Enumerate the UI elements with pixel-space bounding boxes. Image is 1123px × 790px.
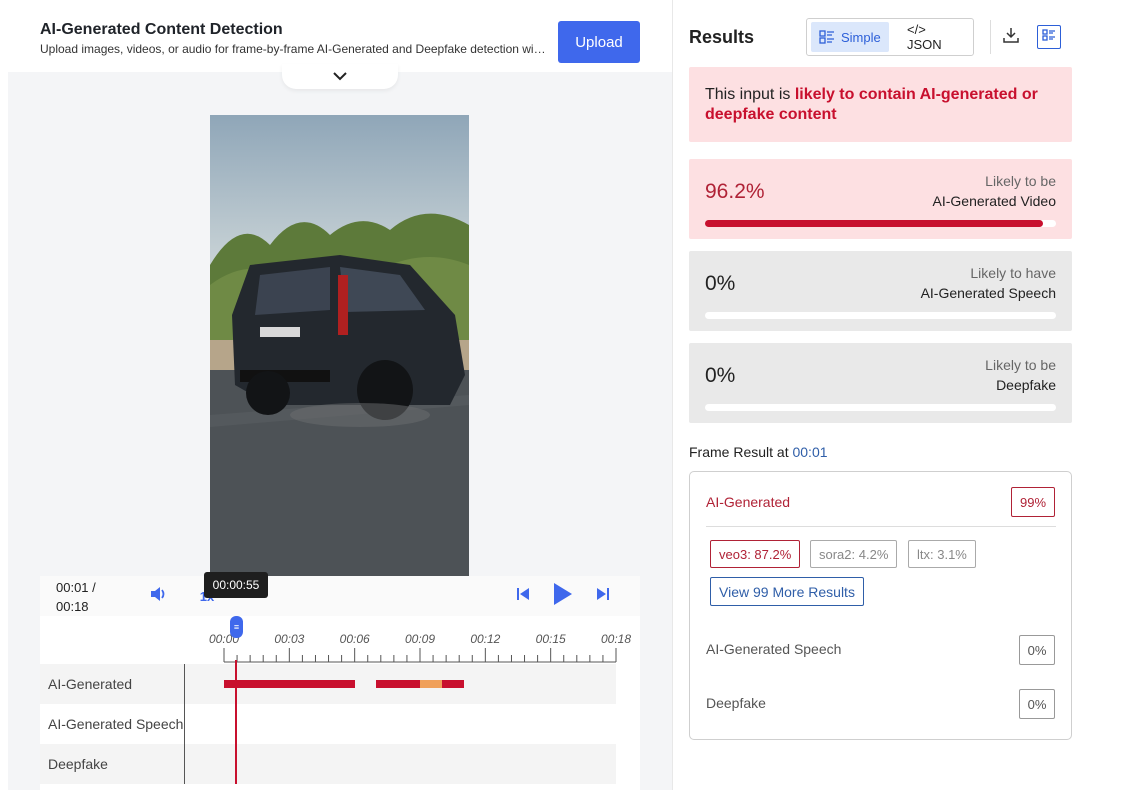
hover-time-tooltip: 00:00:55 [204, 572, 268, 598]
left-pane: AI-Generated Content Detection Upload im… [0, 0, 672, 790]
score-category: AI-Generated Video [932, 193, 1057, 209]
score-card: 0% Likely to be Deepfake [689, 343, 1072, 423]
timeline-origin-line [184, 664, 185, 784]
frame-heading-label: Frame Result at [689, 444, 793, 460]
ruler-tick-label: 00:03 [274, 632, 305, 646]
app-subtitle: Upload images, videos, or audio for fram… [40, 42, 548, 56]
frame-result-heading: Frame Result at 00:01 [689, 444, 828, 460]
ruler-tick-label: 00:06 [339, 632, 370, 646]
detection-segment[interactable] [376, 680, 420, 688]
frame-result-card: AI-Generated 99% veo3: 87.2% sora2: 4.2%… [689, 471, 1072, 740]
view-json-label: </> JSON [907, 22, 942, 52]
view-mode-toggle: Simple </> JSON [806, 18, 974, 56]
track-label: Deepfake [48, 756, 108, 772]
score-card: 96.2% Likely to be AI-Generated Video [689, 159, 1072, 239]
frame-ai-label: AI-Generated [706, 494, 791, 510]
play-icon [553, 582, 573, 611]
score-category: Deepfake [996, 377, 1056, 393]
playhead-line [235, 660, 237, 784]
report-button[interactable] [1037, 25, 1061, 49]
timeline-ruler[interactable]: 00:00 00:03 00:06 00:09 00:12 00:15 00:18 [40, 616, 640, 664]
ruler-tick-label: 00:12 [470, 632, 501, 646]
frame-ai-badge: 99% [1011, 487, 1055, 517]
view-more-results-button[interactable]: View 99 More Results [710, 577, 864, 606]
video-still [210, 115, 469, 577]
track-label: AI-Generated Speech [48, 716, 184, 732]
score-bar [705, 312, 1056, 319]
detection-segment[interactable] [441, 680, 464, 688]
time-readout: 00:01 / 00:18 [56, 578, 96, 616]
download-icon [1003, 27, 1019, 48]
model-chip: veo3: 87.2% [710, 540, 801, 568]
view-simple-button[interactable]: Simple [811, 22, 889, 52]
download-button[interactable] [1000, 26, 1022, 48]
video-frame[interactable] [210, 115, 469, 577]
app-title: AI-Generated Content Detection [40, 21, 283, 38]
view-json-button[interactable]: </> JSON [899, 22, 969, 52]
pane-divider [672, 0, 673, 790]
model-chip: ltx: 3.1% [908, 540, 976, 568]
frame-deepfake-badge: 0% [1019, 689, 1055, 719]
verdict-prefix: This input is [705, 86, 795, 103]
collapse-header-toggle[interactable] [282, 64, 398, 89]
volume-icon [150, 586, 168, 607]
chevron-down-icon [333, 68, 347, 86]
timeline-track[interactable]: Deepfake [40, 744, 616, 784]
detection-segment[interactable] [224, 680, 355, 688]
frame-heading-time: 00:01 [792, 444, 828, 460]
score-category: AI-Generated Speech [920, 285, 1056, 301]
score-caption: Likely to be [985, 357, 1056, 373]
frame-deepfake-label: Deepfake [706, 695, 766, 711]
current-time: 00:01 / [56, 580, 96, 595]
app-header: AI-Generated Content Detection Upload im… [0, 0, 672, 72]
score-card: 0% Likely to have AI-Generated Speech [689, 251, 1072, 331]
frame-speech-badge: 0% [1019, 635, 1055, 665]
total-time: 00:18 [56, 599, 89, 614]
score-value: 96.2% [705, 180, 765, 203]
ruler-tick-label: 00:18 [600, 632, 632, 646]
skip-forward-button[interactable] [593, 586, 613, 606]
play-button[interactable] [550, 582, 576, 610]
score-bar-fill [705, 220, 1043, 227]
timeline-player: 00:01 / 00:18 1x [40, 576, 640, 790]
score-caption: Likely to have [970, 265, 1056, 281]
playhead-handle[interactable]: ≡ [230, 616, 243, 638]
upload-button[interactable]: Upload [558, 21, 640, 63]
list-layout-icon [819, 30, 835, 44]
score-bar [705, 404, 1056, 411]
score-value: 0% [705, 272, 736, 295]
skip-previous-icon [516, 587, 530, 606]
track-label: AI-Generated [48, 676, 133, 692]
model-chip: sora2: 4.2% [810, 540, 898, 568]
volume-button[interactable] [148, 586, 170, 606]
score-caption: Likely to be [985, 173, 1056, 189]
player-controls: 00:01 / 00:18 1x [40, 576, 640, 616]
score-bar [705, 220, 1056, 227]
skip-back-button[interactable] [513, 586, 533, 606]
timeline-track[interactable]: AI-Generated [40, 664, 616, 704]
ruler-tick-label: 00:15 [535, 632, 566, 646]
results-title: Results [689, 27, 755, 47]
ruler-tick-label: 00:09 [404, 632, 436, 646]
skip-next-icon [596, 587, 610, 606]
score-value: 0% [705, 364, 736, 387]
timeline-track[interactable]: AI-Generated Speech [40, 704, 616, 744]
frame-speech-label: AI-Generated Speech [706, 641, 842, 657]
report-icon [1042, 28, 1056, 47]
toolbar-separator [990, 20, 991, 54]
verdict-banner: This input is likely to contain AI-gener… [689, 67, 1072, 142]
detection-segment[interactable] [420, 680, 442, 688]
view-simple-label: Simple [841, 29, 881, 45]
frame-divider [706, 526, 1056, 527]
